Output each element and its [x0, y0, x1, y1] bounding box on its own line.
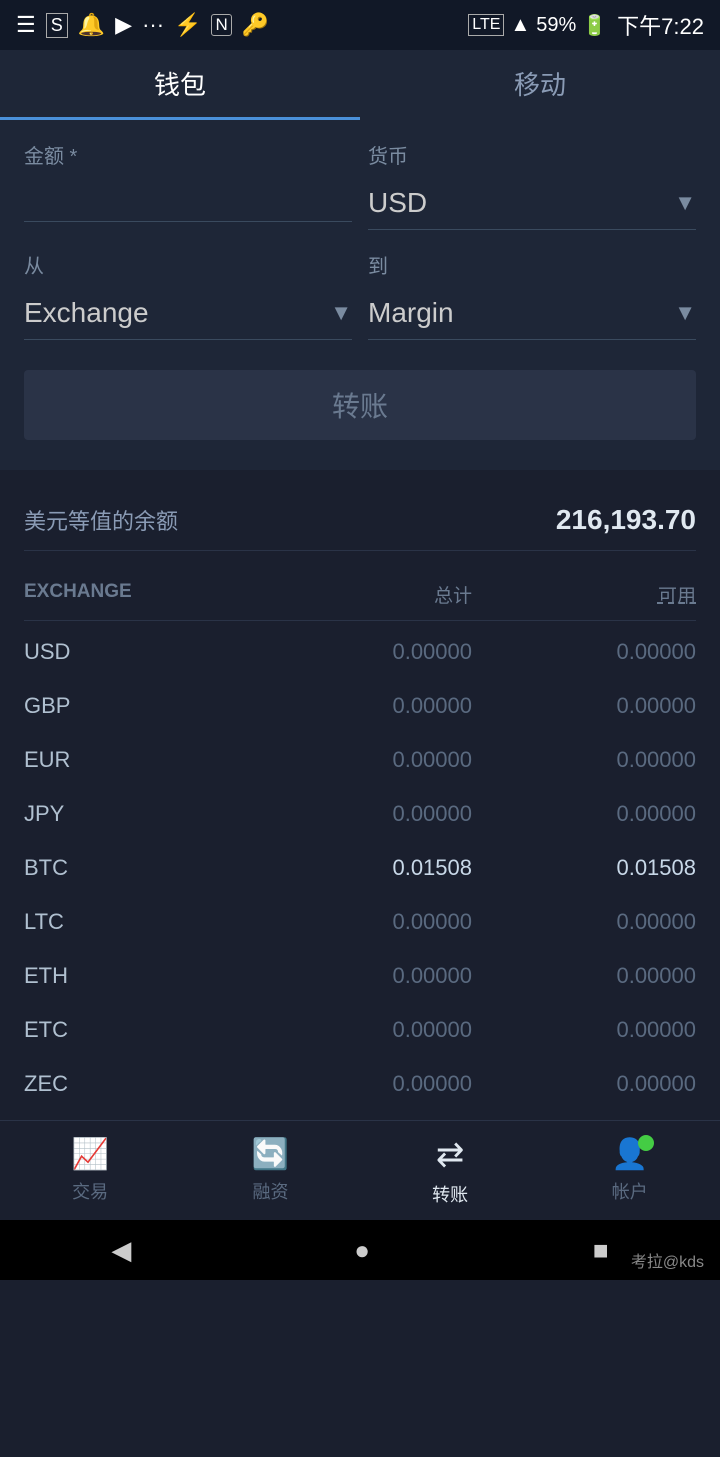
table-row: ZEC 0.00000 0.00000 — [24, 1057, 696, 1111]
nav-finance[interactable]: 🔄 融资 — [252, 1137, 289, 1204]
currency-select[interactable]: USD ▼ — [368, 177, 696, 230]
chevron-down-icon: ▼ — [674, 190, 696, 216]
total-cell: 0.00000 — [248, 639, 472, 665]
total-cell: 0.00000 — [248, 963, 472, 989]
table-row: USD 0.00000 0.00000 — [24, 625, 696, 679]
to-select[interactable]: Margin ▼ — [368, 287, 696, 340]
tab-wallet[interactable]: 钱包 — [0, 50, 360, 120]
bluetooth-icon: ⚡ — [174, 12, 201, 38]
total-cell: 0.00000 — [248, 801, 472, 827]
table-row: ETC 0.00000 0.00000 — [24, 1003, 696, 1057]
nav-trade[interactable]: 📈 交易 — [71, 1137, 108, 1204]
available-cell: 0.00000 — [472, 639, 696, 665]
recent-button[interactable]: ■ — [593, 1235, 609, 1266]
to-label: 到 — [368, 250, 696, 279]
total-cell: 0.00000 — [248, 747, 472, 773]
from-chevron-icon: ▼ — [330, 300, 352, 326]
currency-cell: GBP — [24, 693, 248, 719]
nav-transfer[interactable]: ⇄ 转账 — [432, 1135, 468, 1207]
th-total: 总计 — [248, 581, 472, 608]
amount-label: 金额 * — [24, 140, 352, 169]
currency-cell: ETH — [24, 963, 248, 989]
more-icon: ··· — [142, 12, 164, 38]
tab-move[interactable]: 移动 — [360, 50, 720, 120]
play-icon: ▶ — [115, 12, 132, 38]
available-cell: 0.00000 — [472, 747, 696, 773]
currency-cell: LTC — [24, 909, 248, 935]
nav-account[interactable]: 👤 帐户 — [611, 1137, 648, 1204]
trade-icon: 📈 — [71, 1137, 108, 1172]
currency-cell: ETC — [24, 1017, 248, 1043]
th-exchange: EXCHANGE — [24, 581, 248, 608]
transfer-icon: ⇄ — [436, 1135, 465, 1175]
table-row: JPY 0.00000 0.00000 — [24, 787, 696, 841]
from-group: 从 Exchange ▼ — [24, 250, 352, 340]
system-nav: ◀ ● ■ 考拉@kds — [0, 1220, 720, 1280]
available-cell: 0.00000 — [472, 1017, 696, 1043]
available-cell: 0.00000 — [472, 1071, 696, 1097]
account-dot — [638, 1135, 654, 1151]
table-row: GBP 0.00000 0.00000 — [24, 679, 696, 733]
available-cell: 0.01508 — [472, 855, 696, 881]
time-display: 下午7:22 — [617, 9, 704, 41]
from-label: 从 — [24, 250, 352, 279]
total-cell: 0.00000 — [248, 909, 472, 935]
watermark: 考拉@kds — [631, 1248, 704, 1272]
app-icon: S — [46, 13, 68, 38]
status-bar: ☰ S 🔔 ▶ ··· ⚡ N 🔑 LTE ▲ 59% 🔋 下午7:22 — [0, 0, 720, 50]
table-row: ETH 0.00000 0.00000 — [24, 949, 696, 1003]
bell-icon: 🔔 — [78, 12, 105, 38]
battery-icon: 🔋 — [582, 13, 607, 38]
amount-group: 金额 * — [24, 140, 352, 230]
form-row-from-to: 从 Exchange ▼ 到 Margin ▼ — [24, 250, 696, 340]
main-tabs: 钱包 移动 — [0, 50, 720, 120]
amount-input[interactable] — [24, 177, 352, 222]
transfer-button[interactable]: 转账 — [24, 370, 696, 440]
status-indicators: LTE ▲ 59% 🔋 下午7:22 — [468, 9, 704, 41]
table-row: BTC 0.01508 0.01508 — [24, 841, 696, 895]
to-group: 到 Margin ▼ — [368, 250, 696, 340]
th-available: 可用 — [472, 581, 696, 608]
currency-value: USD — [368, 187, 427, 219]
form-row-amount-currency: 金额 * 货币 USD ▼ — [24, 140, 696, 230]
from-select[interactable]: Exchange ▼ — [24, 287, 352, 340]
currency-cell: EUR — [24, 747, 248, 773]
total-cell: 0.01508 — [248, 855, 472, 881]
currency-label: 货币 — [368, 140, 696, 169]
currency-group: 货币 USD ▼ — [368, 140, 696, 230]
to-chevron-icon: ▼ — [674, 300, 696, 326]
total-cell: 0.00000 — [248, 693, 472, 719]
bottom-nav: 📈 交易 🔄 融资 ⇄ 转账 👤 帐户 — [0, 1120, 720, 1220]
signal-icon: ▲ — [510, 14, 530, 37]
available-cell: 0.00000 — [472, 693, 696, 719]
battery-text: 59% — [536, 14, 576, 37]
currency-cell: ZEC — [24, 1071, 248, 1097]
balance-row: 美元等值的余额 216,193.70 — [24, 504, 696, 551]
vpn-icon: 🔑 — [242, 12, 269, 38]
balance-label: 美元等值的余额 — [24, 504, 178, 536]
from-value: Exchange — [24, 297, 149, 329]
total-cell: 0.00000 — [248, 1017, 472, 1043]
table-row: LTC 0.00000 0.00000 — [24, 895, 696, 949]
available-cell: 0.00000 — [472, 909, 696, 935]
finance-icon: 🔄 — [252, 1137, 289, 1172]
nfc-icon: N — [211, 14, 231, 36]
back-button[interactable]: ◀ — [111, 1235, 131, 1266]
balance-value: 216,193.70 — [556, 504, 696, 536]
home-button[interactable]: ● — [354, 1235, 370, 1266]
currency-cell: BTC — [24, 855, 248, 881]
transfer-form: 金额 * 货币 USD ▼ 从 Exchange ▼ 到 Margin ▼ — [0, 120, 720, 470]
total-cell: 0.00000 — [248, 1071, 472, 1097]
lte-label: LTE — [468, 14, 504, 36]
currency-cell: JPY — [24, 801, 248, 827]
menu-icon: ☰ — [16, 12, 36, 38]
to-value: Margin — [368, 297, 454, 329]
available-cell: 0.00000 — [472, 963, 696, 989]
table-header: EXCHANGE 总计 可用 — [24, 571, 696, 621]
currency-cell: USD — [24, 639, 248, 665]
available-cell: 0.00000 — [472, 801, 696, 827]
status-icons: ☰ S 🔔 ▶ ··· ⚡ N 🔑 — [16, 12, 269, 38]
table-row: EUR 0.00000 0.00000 — [24, 733, 696, 787]
